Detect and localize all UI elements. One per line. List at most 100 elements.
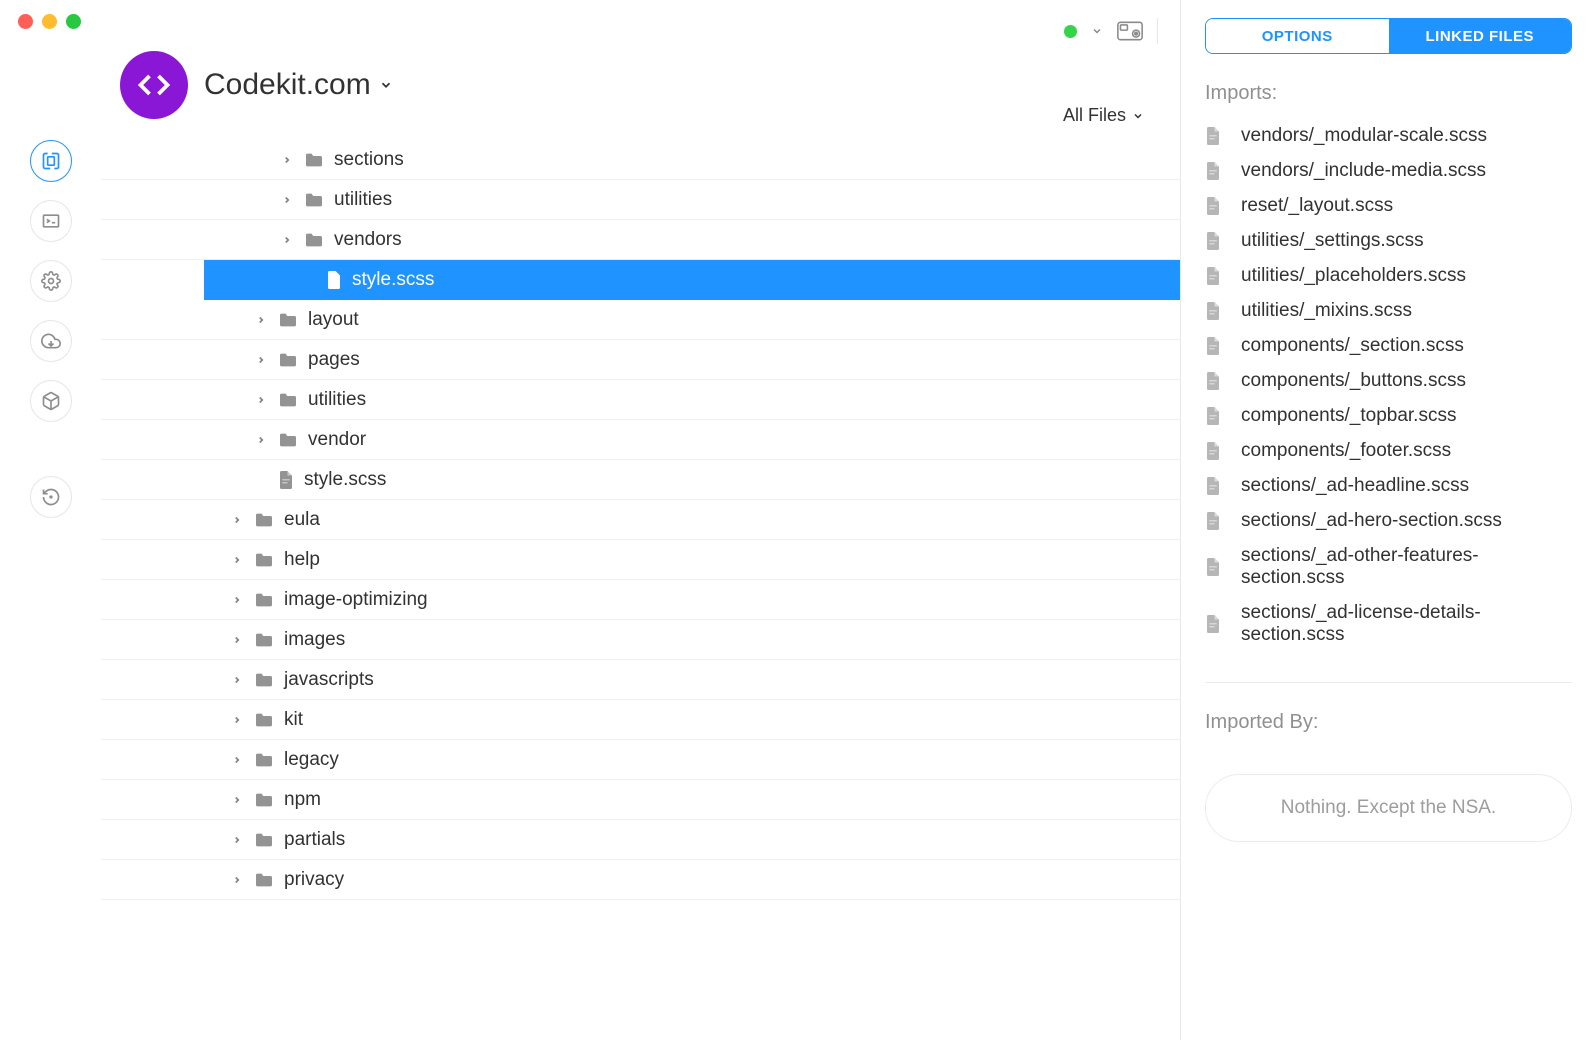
tree-row-folder[interactable]: eula bbox=[102, 500, 1180, 540]
file-icon bbox=[1205, 615, 1221, 633]
file-icon bbox=[1205, 197, 1221, 215]
import-item[interactable]: utilities/_mixins.scss bbox=[1205, 300, 1572, 322]
tree-row-folder[interactable]: help bbox=[102, 540, 1180, 580]
tab-linked-files[interactable]: LINKED FILES bbox=[1389, 19, 1572, 53]
imported-by-heading: Imported By: bbox=[1205, 711, 1572, 734]
tree-row-label: kit bbox=[284, 709, 303, 731]
panel-tabs: OPTIONS LINKED FILES bbox=[1205, 18, 1572, 54]
tree-row-folder[interactable]: privacy bbox=[102, 860, 1180, 900]
folder-icon bbox=[304, 152, 324, 168]
tree-row-label: legacy bbox=[284, 749, 339, 771]
import-path: components/_section.scss bbox=[1241, 335, 1464, 357]
imported-by-empty: Nothing. Except the NSA. bbox=[1205, 774, 1572, 842]
chevron-right-icon bbox=[230, 515, 244, 525]
divider bbox=[1205, 682, 1572, 683]
terminal-view-button[interactable] bbox=[30, 200, 72, 242]
chevron-right-icon bbox=[280, 155, 294, 165]
tree-row-folder[interactable]: vendor bbox=[102, 420, 1180, 460]
file-icon bbox=[1205, 512, 1221, 530]
file-icon bbox=[1205, 372, 1221, 390]
tree-row-file[interactable]: style.scss bbox=[204, 260, 1180, 300]
maximize-window-button[interactable] bbox=[66, 14, 81, 29]
file-icon bbox=[1205, 558, 1221, 576]
import-item[interactable]: vendors/_modular-scale.scss bbox=[1205, 125, 1572, 147]
folder-icon bbox=[278, 312, 298, 328]
file-tree[interactable]: sectionsutilitiesvendorsstyle.scsslayout… bbox=[102, 140, 1180, 1040]
folder-icon bbox=[254, 592, 274, 608]
inspector-panel: OPTIONS LINKED FILES Imports: vendors/_m… bbox=[1181, 0, 1596, 1040]
tree-row-label: partials bbox=[284, 829, 345, 851]
main-panel: Codekit.com All Files bbox=[102, 0, 1181, 1040]
chevron-right-icon bbox=[230, 675, 244, 685]
folder-icon bbox=[254, 552, 274, 568]
tree-row-label: vendors bbox=[334, 229, 402, 251]
chevron-right-icon bbox=[230, 875, 244, 885]
preview-icon[interactable] bbox=[1117, 21, 1143, 41]
server-status-indicator bbox=[1064, 25, 1077, 38]
folder-icon bbox=[254, 672, 274, 688]
window-controls bbox=[18, 14, 81, 29]
tree-row-label: image-optimizing bbox=[284, 589, 428, 611]
folder-icon bbox=[254, 832, 274, 848]
tree-row-folder[interactable]: layout bbox=[102, 300, 1180, 340]
import-item[interactable]: sections/_ad-other-features-section.scss bbox=[1205, 545, 1572, 589]
tree-row-folder[interactable]: partials bbox=[102, 820, 1180, 860]
import-path: sections/_ad-headline.scss bbox=[1241, 475, 1469, 497]
import-path: sections/_ad-hero-section.scss bbox=[1241, 510, 1502, 532]
chevron-down-icon bbox=[1132, 110, 1144, 122]
chevron-right-icon bbox=[230, 835, 244, 845]
tree-row-folder[interactable]: utilities bbox=[102, 180, 1180, 220]
tree-row-label: vendor bbox=[308, 429, 366, 451]
import-item[interactable]: utilities/_placeholders.scss bbox=[1205, 265, 1572, 287]
project-name: Codekit.com bbox=[204, 68, 371, 102]
tree-row-file[interactable]: style.scss bbox=[102, 460, 1180, 500]
settings-view-button[interactable] bbox=[30, 260, 72, 302]
tree-row-folder[interactable]: npm bbox=[102, 780, 1180, 820]
packages-view-button[interactable] bbox=[30, 380, 72, 422]
project-selector[interactable]: Codekit.com bbox=[204, 68, 393, 102]
tree-row-folder[interactable]: pages bbox=[102, 340, 1180, 380]
import-item[interactable]: components/_topbar.scss bbox=[1205, 405, 1572, 427]
history-view-button[interactable] bbox=[30, 476, 72, 518]
app-logo bbox=[120, 51, 188, 119]
import-item[interactable]: sections/_ad-headline.scss bbox=[1205, 475, 1572, 497]
import-path: components/_footer.scss bbox=[1241, 440, 1451, 462]
close-window-button[interactable] bbox=[18, 14, 33, 29]
file-icon bbox=[1205, 267, 1221, 285]
tree-row-folder[interactable]: images bbox=[102, 620, 1180, 660]
minimize-window-button[interactable] bbox=[42, 14, 57, 29]
chevron-down-icon[interactable] bbox=[1091, 25, 1103, 37]
tree-row-folder[interactable]: image-optimizing bbox=[102, 580, 1180, 620]
folder-icon bbox=[304, 232, 324, 248]
import-item[interactable]: components/_footer.scss bbox=[1205, 440, 1572, 462]
tab-options[interactable]: OPTIONS bbox=[1206, 19, 1389, 53]
file-filter-dropdown[interactable]: All Files bbox=[1063, 105, 1144, 126]
import-item[interactable]: sections/_ad-license-details-section.scs… bbox=[1205, 602, 1572, 646]
import-item[interactable]: vendors/_include-media.scss bbox=[1205, 160, 1572, 182]
tree-row-folder[interactable]: sections bbox=[102, 140, 1180, 180]
file-icon bbox=[1205, 442, 1221, 460]
folder-icon bbox=[254, 752, 274, 768]
folder-icon bbox=[278, 392, 298, 408]
imports-list: vendors/_modular-scale.scss vendors/_incl… bbox=[1205, 125, 1572, 646]
chevron-right-icon bbox=[254, 355, 268, 365]
tree-row-label: layout bbox=[308, 309, 359, 331]
file-icon bbox=[278, 471, 294, 489]
folder-icon bbox=[304, 192, 324, 208]
cloud-sync-button[interactable] bbox=[30, 320, 72, 362]
import-item[interactable]: utilities/_settings.scss bbox=[1205, 230, 1572, 252]
file-icon bbox=[1205, 407, 1221, 425]
import-item[interactable]: sections/_ad-hero-section.scss bbox=[1205, 510, 1572, 532]
import-item[interactable]: components/_section.scss bbox=[1205, 335, 1572, 357]
tree-row-label: eula bbox=[284, 509, 320, 531]
tree-row-folder[interactable]: utilities bbox=[102, 380, 1180, 420]
import-item[interactable]: reset/_layout.scss bbox=[1205, 195, 1572, 217]
tree-row-folder[interactable]: javascripts bbox=[102, 660, 1180, 700]
tree-row-folder[interactable]: kit bbox=[102, 700, 1180, 740]
tree-row-folder[interactable]: vendors bbox=[102, 220, 1180, 260]
tree-row-folder[interactable]: legacy bbox=[102, 740, 1180, 780]
chevron-right-icon bbox=[230, 595, 244, 605]
files-view-button[interactable] bbox=[30, 140, 72, 182]
import-item[interactable]: components/_buttons.scss bbox=[1205, 370, 1572, 392]
tree-row-label: help bbox=[284, 549, 320, 571]
